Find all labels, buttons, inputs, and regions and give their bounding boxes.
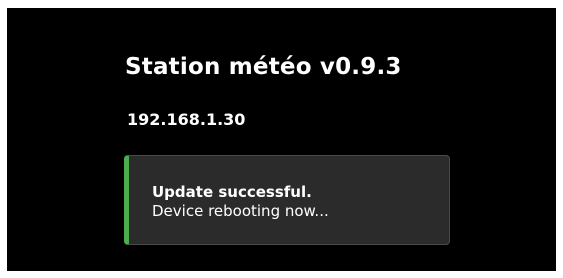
update-status-box: Update successful. Device rebooting now.…	[124, 155, 450, 245]
page-title: Station météo v0.9.3	[125, 54, 402, 80]
status-message: Device rebooting now...	[152, 202, 329, 220]
status-title: Update successful.	[152, 183, 312, 201]
ip-address: 192.168.1.30	[127, 110, 246, 129]
device-page: Station météo v0.9.3 192.168.1.30 Update…	[7, 8, 556, 271]
